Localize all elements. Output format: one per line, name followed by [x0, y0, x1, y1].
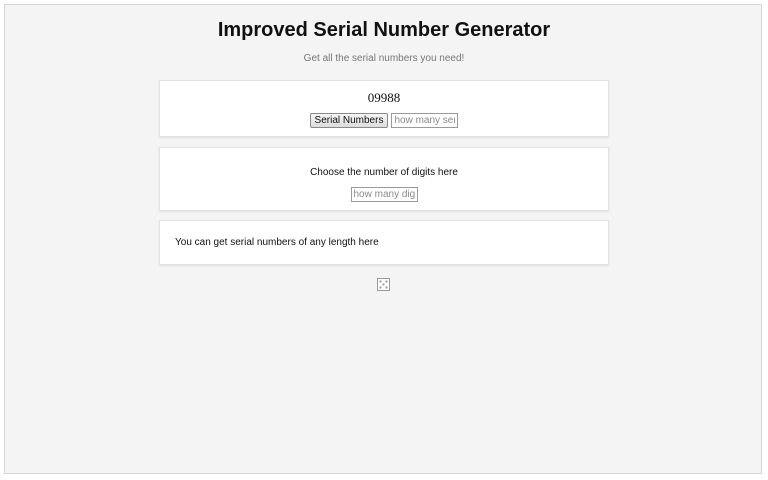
serial-numbers-button[interactable]: Serial Numbers — [309, 113, 389, 128]
digits-label: Choose the number of digits here — [310, 167, 458, 178]
page-subtitle: Get all the serial numbers you need! — [303, 53, 465, 64]
digits-controls — [160, 187, 608, 202]
generator-controls: Serial Numbers — [160, 113, 608, 128]
info-text: You can get serial numbers of any length… — [175, 237, 379, 248]
info-card: You can get serial numbers of any length… — [159, 220, 609, 265]
page-title: Improved Serial Number Generator — [217, 19, 551, 41]
digits-card: Choose the number of digits here — [159, 147, 609, 211]
serial-number-output: 09988 — [367, 90, 401, 105]
serial-count-input[interactable] — [391, 113, 459, 128]
generator-card: 09988 Serial Numbers — [159, 80, 609, 137]
dice-icon — [377, 278, 390, 291]
app-frame: Improved Serial Number Generator Get all… — [4, 4, 762, 474]
digits-input[interactable] — [350, 187, 418, 202]
